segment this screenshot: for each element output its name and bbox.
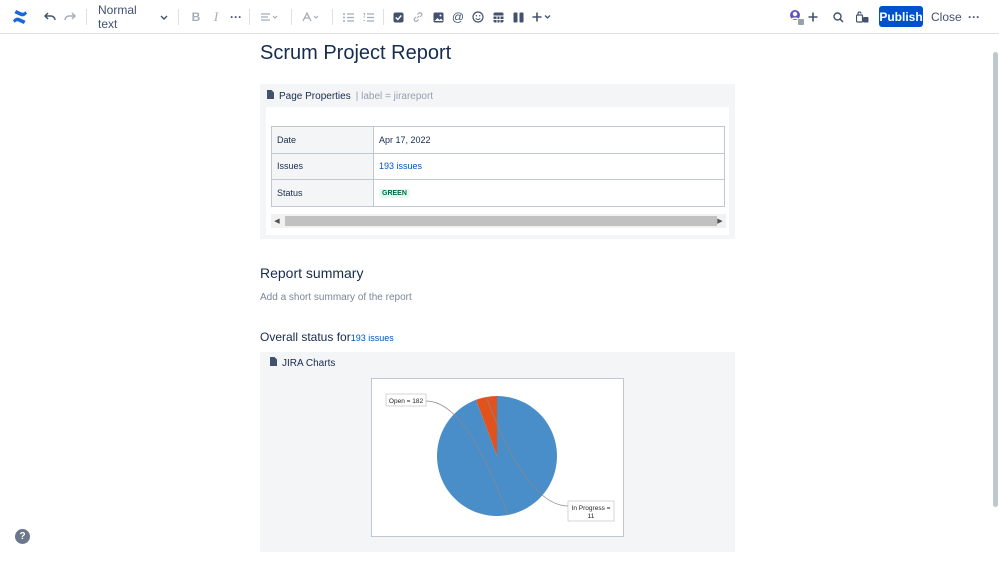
close-button[interactable]: Close (931, 7, 962, 27)
summary-placeholder[interactable]: Add a short summary of the report (260, 292, 412, 303)
toolbar-divider (383, 9, 384, 25)
scroll-left-icon[interactable]: ◀ (271, 214, 283, 228)
text-color-icon[interactable] (300, 7, 322, 27)
pie-chart-container: Open = 182 In Progress = 11 (371, 378, 624, 537)
property-value[interactable]: Apr 17, 2022 (373, 126, 725, 154)
property-value[interactable]: GREEN (373, 179, 725, 207)
layouts-icon[interactable] (511, 7, 525, 27)
report-summary-heading[interactable]: Report summary (260, 265, 363, 281)
property-key[interactable]: Date (271, 126, 374, 154)
alignment-icon[interactable] (259, 7, 281, 27)
italic-icon[interactable]: I (209, 7, 223, 27)
overall-status-label: Overall status for (260, 330, 351, 344)
toolbar-divider (178, 9, 179, 25)
bullet-list-icon[interactable] (341, 7, 355, 27)
overall-status-line[interactable]: Overall status for193 issues (260, 330, 394, 344)
toolbar-divider (86, 9, 87, 25)
property-key[interactable]: Status (271, 179, 374, 207)
emoji-icon[interactable] (471, 7, 485, 27)
avatar[interactable] (786, 7, 806, 27)
image-icon[interactable] (431, 7, 445, 27)
insert-more-icon[interactable] (531, 7, 553, 27)
property-value[interactable]: 193 issues (373, 152, 725, 180)
text-style-label: Normal text (98, 3, 137, 31)
pie-label: In Progress =11 (567, 500, 615, 522)
macro-header: JIRA Charts (270, 357, 335, 369)
toolbar-divider (291, 9, 292, 25)
status-badge: GREEN (379, 189, 410, 199)
mention-icon[interactable]: @ (451, 7, 465, 27)
scrollbar-thumb[interactable] (285, 216, 717, 226)
editor-toolbar: Normal text B I ··· @ Publish Close ··· (0, 0, 999, 34)
overall-issues-link[interactable]: 193 issues (351, 333, 394, 343)
page-properties-macro[interactable]: Page Properties | label = jirareport Dat… (260, 84, 735, 239)
confluence-logo-icon[interactable] (11, 7, 29, 27)
link-icon[interactable] (411, 7, 425, 27)
bold-icon[interactable]: B (189, 7, 203, 27)
scroll-right-icon[interactable]: ▶ (714, 214, 726, 228)
restrictions-lock-icon[interactable] (854, 7, 870, 27)
publish-button[interactable]: Publish (879, 6, 923, 27)
macro-name: JIRA Charts (282, 357, 336, 369)
invite-add-icon[interactable] (805, 7, 821, 27)
toolbar-divider (249, 9, 250, 25)
horizontal-scrollbar[interactable]: ◀ ▶ (271, 214, 726, 228)
macro-param: | label = jirareport (355, 90, 434, 102)
macro-name: Page Properties (279, 90, 351, 102)
undo-icon[interactable] (42, 7, 58, 27)
document-icon (267, 90, 274, 102)
table-row: Status GREEN (271, 179, 725, 207)
pie-label-text: 11 (588, 513, 595, 520)
jira-charts-macro[interactable]: JIRA Charts Open = 182 In Progress = 11 (260, 352, 735, 552)
properties-table-container: Date Apr 17, 2022 Issues 193 issues Stat… (266, 107, 729, 235)
table-row: Issues 193 issues (271, 152, 725, 180)
redo-icon[interactable] (62, 7, 78, 27)
page-scrollbar[interactable] (993, 52, 998, 507)
page-title[interactable]: Scrum Project Report (260, 42, 451, 65)
numbered-list-icon[interactable] (361, 7, 375, 27)
pie-label-text: Open = 182 (389, 398, 424, 405)
search-icon[interactable] (831, 7, 845, 27)
toolbar-divider (332, 9, 333, 25)
help-icon[interactable]: ? (15, 529, 30, 544)
issues-link[interactable]: 193 issues (379, 161, 422, 171)
pie-label-text: In Progress = (572, 505, 611, 512)
macro-header: Page Properties | label = jirareport (267, 90, 433, 102)
property-key[interactable]: Issues (271, 152, 374, 180)
chevron-down-icon (160, 15, 168, 20)
properties-table: Date Apr 17, 2022 Issues 193 issues Stat… (271, 126, 725, 207)
document-icon (270, 357, 277, 369)
table-icon[interactable] (491, 7, 505, 27)
more-formatting-icon[interactable]: ··· (229, 7, 243, 27)
more-actions-icon[interactable]: ··· (967, 7, 981, 27)
pie-label: Open = 182 (385, 393, 427, 407)
pie-chart: Open = 182 In Progress =11 (385, 393, 615, 522)
text-style-dropdown[interactable]: Normal text (98, 3, 168, 31)
table-row: Date Apr 17, 2022 (271, 126, 725, 154)
action-item-icon[interactable] (391, 7, 405, 27)
